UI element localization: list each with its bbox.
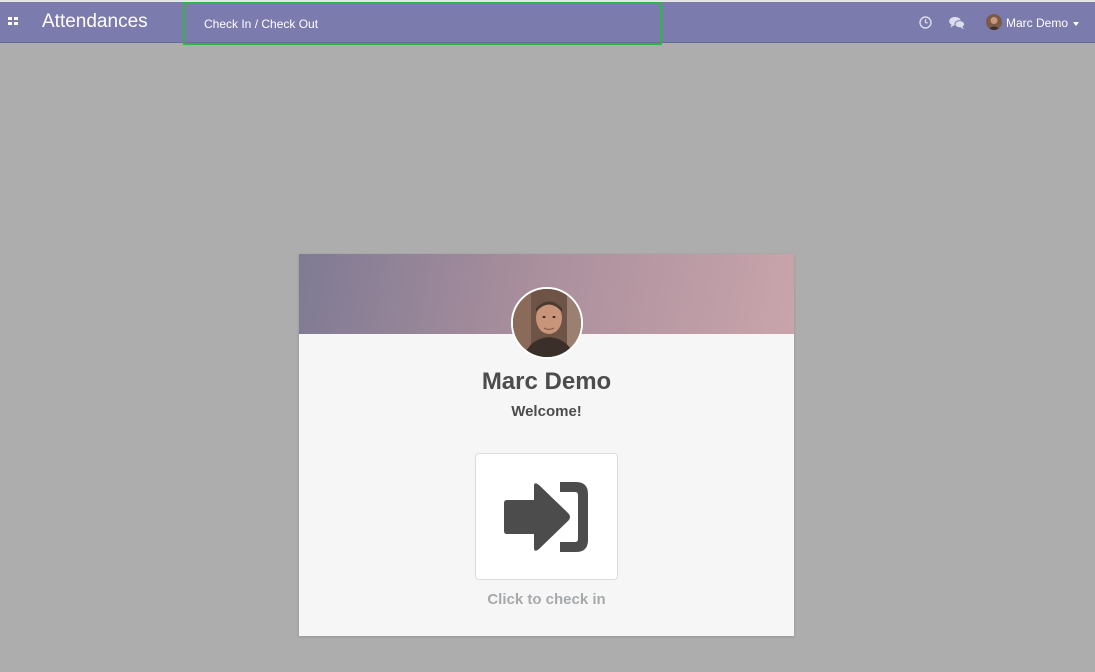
check-in-label[interactable]: Click to check in [299,591,794,609]
apps-grid-icon[interactable] [8,17,19,26]
app-title[interactable]: Attendances [42,11,148,33]
menu-bar: Check In / Check Out [183,2,662,45]
caret-down-icon [1073,22,1079,26]
chat-icon[interactable] [949,16,966,30]
avatar [986,14,1002,30]
employee-avatar [511,287,583,359]
check-in-button[interactable] [475,453,618,580]
user-name: Marc Demo [1006,16,1069,30]
sign-in-icon [504,481,590,553]
attendance-kiosk-card: Marc Demo Welcome! Click to check in [299,254,794,636]
top-navbar: Attendances Check In / Check Out Marc De… [0,0,1095,45]
employee-name: Marc Demo [481,368,612,395]
clock-icon[interactable] [919,16,932,29]
welcome-message: Welcome! [511,403,582,420]
menu-item-check-in-check-out[interactable]: Check In / Check Out [204,16,318,32]
